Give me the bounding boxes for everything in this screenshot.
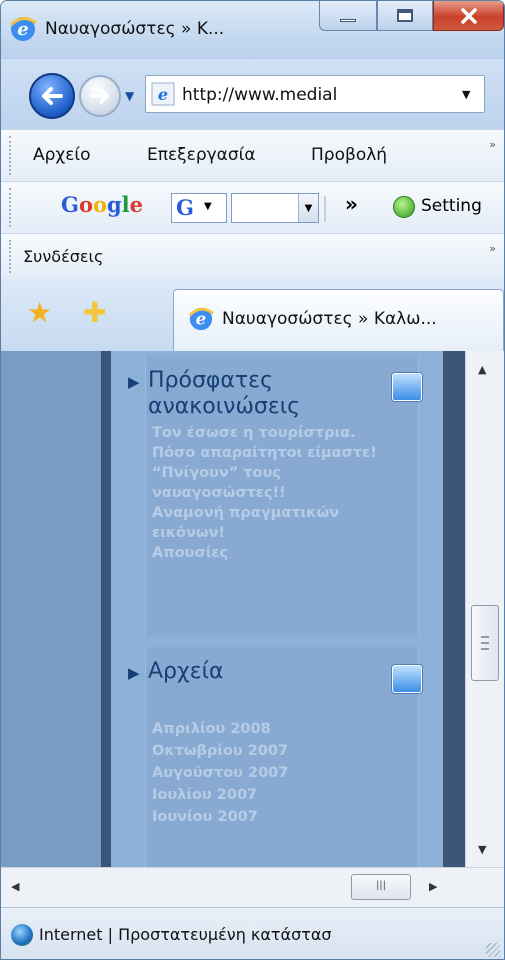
scroll-right-icon[interactable]: ▶	[429, 880, 437, 893]
favorites-star-icon[interactable]: ★	[27, 299, 52, 327]
toolbar-divider	[324, 196, 326, 222]
links-bar: Συνδέσεις »	[1, 233, 504, 279]
archive-link[interactable]: Ιουλίου 2007	[152, 785, 257, 805]
navigation-bar: ▼ e http://www.medial ▼	[1, 59, 504, 129]
tab-active[interactable]: e Ναυαγοσώστες » Καλω...	[173, 289, 504, 351]
toolbar-grip[interactable]	[9, 240, 12, 273]
scroll-down-icon[interactable]: ▼	[478, 843, 486, 856]
settings-button[interactable]: Setting	[421, 196, 482, 216]
page-border	[101, 351, 111, 867]
status-text[interactable]: Internet | Προστατευμένη κατάστασ	[39, 925, 332, 944]
scroll-left-icon[interactable]: ◀	[11, 880, 19, 893]
window-title: Ναυαγοσώστες » Κ...	[45, 19, 225, 39]
address-bar[interactable]: e http://www.medial ▼	[145, 75, 485, 113]
toolbar-grip[interactable]	[9, 136, 12, 175]
recent-heading-line1: Πρόσφατες	[148, 368, 273, 393]
post-link[interactable]: ναυαγοσώστες!!	[152, 483, 286, 503]
toolbar-overflow-icon[interactable]: »	[345, 192, 358, 216]
page-content: ▶ Πρόσφατες ανακοινώσεις Τον έσωσε η του…	[1, 351, 465, 867]
post-link[interactable]: Τον έσωσε η τουρίστρια.	[152, 423, 356, 443]
page-icon: e	[151, 82, 175, 106]
ie-logo-icon: e	[188, 307, 214, 331]
archive-link[interactable]: Οκτωβρίου 2007	[152, 741, 288, 761]
tab-title: Ναυαγοσώστες » Καλω...	[222, 309, 437, 329]
add-widget-icon[interactable]	[392, 665, 422, 693]
archive-link[interactable]: Αυγούστου 2007	[152, 763, 288, 783]
back-button[interactable]	[29, 73, 75, 119]
ie-logo-icon: e	[9, 17, 37, 41]
tab-row: ★ ✚ e Ναυαγοσώστες » Καλω...	[1, 279, 504, 351]
forward-button[interactable]	[79, 75, 121, 117]
expand-arrow-icon[interactable]: ▶	[128, 373, 140, 391]
post-link[interactable]: Πόσο απαραίτητοι είμαστε!	[152, 443, 377, 463]
horizontal-scroll-thumb[interactable]: |||	[351, 874, 411, 900]
post-link[interactable]: εικόνων!	[152, 523, 225, 543]
close-button[interactable]	[433, 1, 504, 31]
archive-link[interactable]: Απριλίου 2008	[152, 719, 271, 739]
post-link[interactable]: Απουσίες	[152, 543, 228, 563]
caption-buttons	[319, 1, 504, 31]
maximize-icon	[397, 9, 413, 22]
title-bar[interactable]: e Ναυαγοσώστες » Κ...	[1, 1, 504, 59]
google-search-input[interactable]: ▼	[231, 193, 319, 223]
address-dropdown-icon[interactable]: ▼	[462, 88, 470, 101]
history-dropdown-icon[interactable]: ▼	[125, 89, 134, 103]
add-favorite-icon[interactable]: ✚	[83, 299, 106, 327]
horizontal-scrollbar[interactable]: ◀ ||| ▶	[1, 867, 504, 907]
archive-link[interactable]: Ιουνίου 2007	[152, 807, 258, 827]
back-arrow-icon	[42, 87, 63, 105]
vertical-scrollbar[interactable]: ▲ ▼	[465, 351, 504, 867]
toolbar-grip[interactable]	[9, 188, 12, 227]
google-g-icon: G	[176, 195, 194, 220]
google-toolbar: Google G ▼ ▼ » Setting	[1, 181, 504, 233]
menubar-overflow-icon[interactable]: »	[489, 138, 496, 151]
close-icon	[460, 7, 477, 24]
archive-heading: Αρχεία	[148, 659, 224, 684]
post-link[interactable]: Αναμονή πραγματικών	[152, 503, 339, 523]
vertical-scroll-thumb[interactable]	[471, 605, 499, 681]
maximize-button[interactable]	[377, 1, 433, 31]
grip-icon	[481, 636, 489, 650]
post-link[interactable]: “Πνίγουν” τους	[152, 463, 281, 483]
add-widget-icon[interactable]	[392, 373, 422, 401]
page-background	[1, 351, 101, 867]
status-bar: Internet | Προστατευμένη κατάστασ	[1, 907, 504, 959]
scroll-up-icon[interactable]: ▲	[478, 363, 486, 376]
settings-status-icon	[393, 196, 415, 218]
links-overflow-icon[interactable]: »	[489, 242, 496, 255]
menu-bar: Αρχείο Επεξεργασία Προβολή »	[1, 129, 504, 181]
google-logo[interactable]: Google	[61, 192, 143, 217]
menu-view[interactable]: Προβολή	[311, 145, 387, 165]
svg-text:e: e	[158, 85, 168, 104]
google-search-menu-button[interactable]: G ▼	[171, 193, 227, 223]
address-input[interactable]: http://www.medial	[182, 85, 337, 105]
page-border	[443, 351, 465, 867]
menu-file[interactable]: Αρχείο	[33, 145, 91, 165]
recent-heading-line2: ανακοινώσεις	[148, 394, 301, 419]
minimize-button[interactable]	[319, 1, 377, 31]
links-label[interactable]: Συνδέσεις	[23, 247, 103, 266]
minimize-icon	[340, 19, 356, 22]
expand-arrow-icon[interactable]: ▶	[128, 664, 140, 682]
svg-text:e: e	[17, 19, 28, 40]
chevron-down-icon: ▼	[204, 201, 212, 212]
menu-edit[interactable]: Επεξεργασία	[147, 145, 256, 165]
forward-arrow-icon	[90, 88, 109, 104]
resize-grip-icon[interactable]	[486, 943, 500, 957]
globe-icon	[11, 924, 33, 946]
search-dropdown-icon[interactable]: ▼	[298, 194, 318, 222]
browser-window: e Ναυαγοσώστες » Κ... ▼ e http://www.med…	[0, 0, 505, 960]
